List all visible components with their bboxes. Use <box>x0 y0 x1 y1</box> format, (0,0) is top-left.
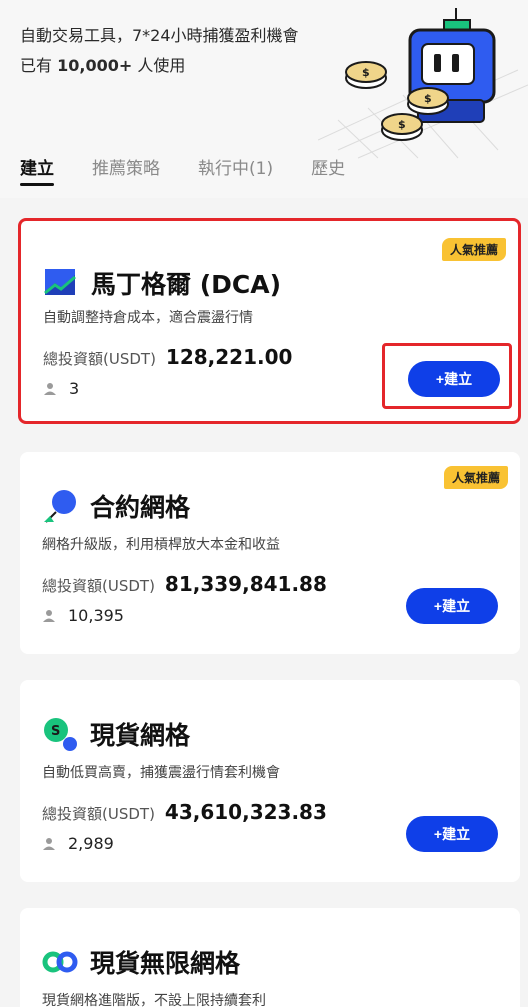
users-row: 10,395 <box>42 606 124 625</box>
card-description: 自動調整持倉成本，適合震盪行情 <box>43 310 253 326</box>
card-title-row: 合約網格 <box>42 488 190 524</box>
tab-create[interactable]: 建立 <box>20 154 54 186</box>
header-user-count: 已有 10,000+ 人使用 <box>20 52 320 80</box>
svg-text:$: $ <box>424 92 432 105</box>
user-count: 3 <box>69 379 80 398</box>
create-button[interactable]: +建立 <box>406 816 498 852</box>
user-icon <box>43 837 55 850</box>
card-title: 現貨網格 <box>90 721 191 750</box>
page-header: 自動交易工具，7*24小時捕獲盈利機會 已有 10,000+ 人使用 $ $ $ <box>0 0 528 198</box>
card-description: 網格升級版，利用槓桿放大本金和收益 <box>42 537 280 553</box>
invest-row: 總投資額(USDT) 43,610,323.83 <box>42 800 327 824</box>
invest-label: 總投資額(USDT) <box>42 577 155 595</box>
infinity-grid-icon <box>42 951 78 973</box>
strategy-card-spot-grid[interactable]: S 現貨網格 自動低買高賣，捕獲震盪行情套利機會 總投資額(USDT) 43,6… <box>20 680 520 882</box>
svg-text:$: $ <box>398 118 406 131</box>
invest-value: 43,610,323.83 <box>164 800 327 824</box>
invest-value: 128,221.00 <box>165 345 293 369</box>
invest-label: 總投資額(USDT) <box>43 350 156 368</box>
header-description: 自動交易工具，7*24小時捕獲盈利機會 <box>20 26 299 45</box>
invest-value: 81,339,841.88 <box>164 572 327 596</box>
spot-grid-icon: S <box>44 718 77 751</box>
user-count: 10,395 <box>68 606 124 625</box>
futures-grid-icon <box>44 490 76 523</box>
card-title-row: 馬丁格爾 (DCA) <box>43 265 281 301</box>
card-title-row: S 現貨網格 <box>42 716 190 752</box>
robot-illustration: $ $ $ <box>318 8 528 159</box>
create-button[interactable]: +建立 <box>408 361 500 397</box>
users-prefix: 已有 <box>20 56 58 75</box>
create-button[interactable]: +建立 <box>406 588 498 624</box>
header-text: 自動交易工具，7*24小時捕獲盈利機會 已有 10,000+ 人使用 <box>20 22 320 80</box>
tab-recommended[interactable]: 推薦策略 <box>92 154 160 184</box>
users-row: 3 <box>43 379 79 398</box>
card-title: 合約網格 <box>90 493 191 522</box>
users-suffix: 人使用 <box>132 56 186 75</box>
card-title-row: 現貨無限網格 <box>42 944 240 980</box>
card-title: 馬丁格爾 (DCA) <box>91 270 282 299</box>
strategy-card-infinity-grid[interactable]: 現貨無限網格 現貨網格進階版，不設上限持續套利 <box>20 908 520 1007</box>
tab-running[interactable]: 執行中(1) <box>198 154 273 184</box>
card-description: 自動低買高賣，捕獲震盪行情套利機會 <box>42 765 280 781</box>
user-icon <box>44 382 56 395</box>
popular-badge: 人氣推薦 <box>443 466 508 489</box>
tab-history[interactable]: 歷史 <box>311 154 345 184</box>
users-row: 2,989 <box>42 834 114 853</box>
strategy-card-futures-grid[interactable]: 人氣推薦 合約網格 網格升級版，利用槓桿放大本金和收益 總投資額(USDT) 8… <box>20 452 520 654</box>
user-count: 2,989 <box>68 834 114 853</box>
invest-row: 總投資額(USDT) 81,339,841.88 <box>42 572 327 596</box>
invest-row: 總投資額(USDT) 128,221.00 <box>43 345 292 369</box>
tab-bar: 建立 推薦策略 執行中(1) 歷史 <box>20 154 383 198</box>
card-title: 現貨無限網格 <box>90 949 241 978</box>
users-count: 10,000+ <box>57 56 133 75</box>
martingale-chart-icon <box>44 269 76 295</box>
strategy-card-martingale[interactable]: 人氣推薦 馬丁格爾 (DCA) 自動調整持倉成本，適合震盪行情 總投資額(USD… <box>18 218 521 424</box>
invest-label: 總投資額(USDT) <box>42 805 155 823</box>
popular-badge: 人氣推薦 <box>441 238 506 261</box>
user-icon <box>43 609 55 622</box>
svg-text:S: S <box>51 724 60 739</box>
card-description: 現貨網格進階版，不設上限持續套利 <box>42 993 266 1007</box>
svg-text:$: $ <box>362 66 370 79</box>
